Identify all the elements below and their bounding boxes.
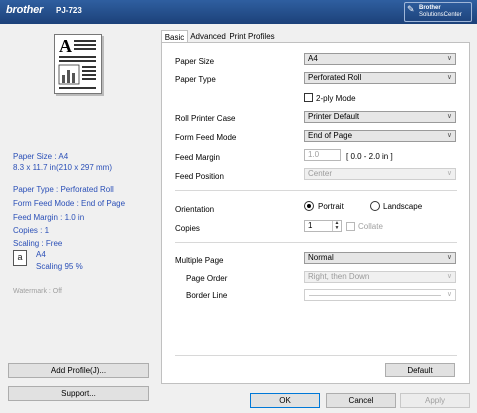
page-order-label: Page Order	[186, 274, 228, 283]
basic-settings-panel: Paper Size A4 ∨ Paper Type Perforated Ro…	[161, 42, 470, 384]
ok-button[interactable]: OK	[250, 393, 320, 408]
form-feed-mode-label: Form Feed Mode	[175, 133, 237, 142]
spin-down-icon[interactable]: ▼	[333, 226, 341, 231]
feed-margin-range: [ 0.0 - 2.0 in ]	[346, 152, 393, 161]
two-ply-mode-label: 2-ply Mode	[316, 94, 356, 103]
paper-type-value: Perforated Roll	[308, 73, 362, 82]
chevron-down-icon: ∨	[446, 132, 452, 139]
summary-scaling: Scaling : Free	[13, 239, 63, 248]
feed-margin-input[interactable]: 1.0	[304, 149, 341, 161]
summary-scale-paper: A4	[36, 250, 46, 259]
multiple-page-label: Multiple Page	[175, 256, 224, 265]
printer-model: PJ-723	[56, 6, 82, 15]
feed-position-select[interactable]: Center ∨	[304, 168, 456, 180]
preview-letter: A	[59, 36, 72, 56]
portrait-radio[interactable]	[304, 201, 314, 211]
copies-label: Copies	[175, 224, 200, 233]
form-feed-mode-value: End of Page	[308, 131, 353, 140]
chevron-down-icon: ∨	[446, 291, 452, 298]
summary-paper-type: Paper Type : Perforated Roll	[13, 185, 114, 194]
chevron-down-icon: ∨	[446, 254, 452, 261]
tab-advanced[interactable]: Advanced	[189, 30, 227, 42]
chevron-down-icon: ∨	[446, 113, 452, 120]
paper-type-label: Paper Type	[175, 75, 216, 84]
summary-paper-size: Paper Size : A4	[13, 152, 69, 161]
multiple-page-value: Normal	[308, 253, 334, 262]
cancel-button[interactable]: Cancel	[326, 393, 396, 408]
border-line-label: Border Line	[186, 291, 228, 300]
chevron-down-icon: ∨	[446, 273, 452, 280]
orientation-label: Orientation	[175, 205, 215, 214]
border-line-select[interactable]: ∨	[304, 289, 456, 301]
collate-checkbox[interactable]	[346, 222, 355, 231]
chevron-down-icon: ∨	[446, 55, 452, 62]
title-bar: brother PJ-723 ✎ Brother SolutionsCenter	[0, 0, 477, 24]
brand-logo: brother	[6, 4, 44, 16]
landscape-radio[interactable]	[370, 201, 380, 211]
chevron-down-icon: ∨	[446, 74, 452, 81]
support-button[interactable]: Support...	[8, 386, 149, 401]
copies-value: 1	[308, 221, 313, 230]
settings-summary-panel: A Paper Size : A4 8.3 x 11.7 in(210 x 29…	[0, 24, 155, 413]
add-profile-button[interactable]: Add Profile(J)...	[8, 363, 149, 378]
brother-solutions-center-button[interactable]: ✎ Brother SolutionsCenter	[404, 2, 472, 22]
feed-position-value: Center	[308, 169, 333, 178]
feed-margin-label: Feed Margin	[175, 153, 220, 162]
radio-selected-dot	[307, 204, 311, 208]
paper-size-value: A4	[308, 54, 318, 63]
solutions-center-label-line2: SolutionsCenter	[419, 12, 462, 18]
landscape-label: Landscape	[383, 202, 423, 211]
summary-feed-margin: Feed Margin : 1.0 in	[13, 213, 85, 222]
summary-watermark: Watermark : Off	[13, 288, 63, 295]
apply-button[interactable]: Apply	[400, 393, 470, 408]
collate-label: Collate	[358, 222, 383, 231]
paper-size-select[interactable]: A4 ∨	[304, 53, 456, 65]
summary-form-feed-mode: Form Feed Mode : End of Page	[13, 199, 126, 208]
page-order-value: Right, then Down	[308, 272, 370, 281]
page-preview: A	[54, 34, 102, 94]
section-divider	[175, 190, 457, 191]
border-line-sample	[309, 295, 441, 296]
paper-size-label: Paper Size	[175, 57, 215, 66]
copies-spin-arrows[interactable]: ▲ ▼	[332, 221, 341, 231]
tab-print-profiles[interactable]: Print Profiles	[229, 30, 275, 42]
summary-copies: Copies : 1	[13, 226, 50, 235]
feed-margin-value: 1.0	[308, 150, 320, 159]
paper-type-select[interactable]: Perforated Roll ∨	[304, 72, 456, 84]
roll-printer-case-select[interactable]: Printer Default ∨	[304, 111, 456, 123]
page-preview-graphic: A	[58, 36, 96, 89]
feed-position-label: Feed Position	[175, 172, 224, 181]
section-divider	[175, 355, 457, 356]
section-divider	[175, 242, 457, 243]
copies-spinner[interactable]: 1 ▲ ▼	[304, 220, 342, 232]
form-feed-mode-select[interactable]: End of Page ∨	[304, 130, 456, 142]
page-order-select[interactable]: Right, then Down ∨	[304, 271, 456, 283]
summary-scale-percent: Scaling 95 %	[36, 262, 83, 271]
summary-paper-dims: 8.3 x 11.7 in(210 x 297 mm)	[13, 163, 113, 172]
solutions-center-label-line1: Brother	[419, 5, 441, 11]
scaling-icon: a	[13, 250, 27, 266]
multiple-page-select[interactable]: Normal ∨	[304, 252, 456, 264]
chevron-down-icon: ∨	[446, 170, 452, 177]
two-ply-mode-checkbox[interactable]	[304, 93, 313, 102]
default-button[interactable]: Default	[385, 363, 455, 377]
solutions-center-icon: ✎	[407, 4, 415, 14]
portrait-label: Portrait	[318, 202, 344, 211]
roll-printer-case-value: Printer Default	[308, 112, 360, 121]
roll-printer-case-label: Roll Printer Case	[175, 114, 236, 123]
